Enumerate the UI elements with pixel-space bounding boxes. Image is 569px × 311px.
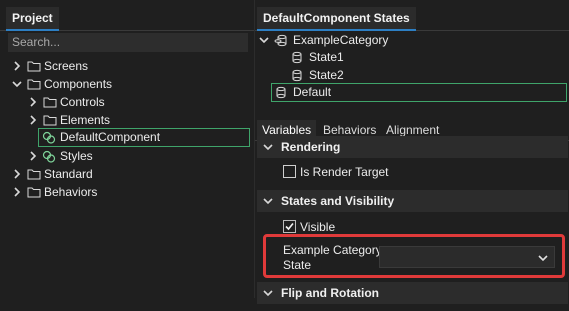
states-panel: DefaultComponent States ExampleCategory … — [254, 0, 569, 304]
chevron-down-icon[interactable] — [12, 75, 22, 93]
tree-item-label: DefaultComponent — [60, 130, 161, 144]
tree-item-screens[interactable]: Screens — [12, 57, 242, 75]
state-category[interactable]: ExampleCategory — [259, 31, 559, 49]
tree-item-label: Screens — [44, 59, 89, 73]
chevron-down-icon[interactable] — [263, 136, 273, 165]
folder-icon — [43, 111, 57, 129]
component-icon — [42, 128, 56, 146]
tree-item-elements[interactable]: Elements — [28, 111, 242, 129]
tree-item-label: Elements — [60, 113, 111, 127]
state-item-label: State1 — [309, 50, 344, 64]
tree-item-standard[interactable]: Standard — [12, 165, 242, 183]
chevron-right-icon[interactable] — [12, 183, 22, 201]
state-default[interactable]: Default — [275, 83, 555, 101]
state-icon — [291, 48, 305, 66]
state-item[interactable]: State2 — [291, 66, 551, 84]
section-title: Rendering — [281, 140, 341, 154]
tab-states[interactable]: DefaultComponent States — [257, 7, 416, 31]
chevron-right-icon[interactable] — [28, 147, 38, 165]
state-item-label: State2 — [309, 68, 344, 82]
tree-item-components[interactable]: Components — [12, 75, 242, 93]
project-tabstrip: Project — [0, 0, 254, 31]
tree-item-label: Styles — [60, 149, 93, 163]
component-icon — [42, 147, 56, 165]
section-states-visibility[interactable]: States and Visibility — [257, 190, 568, 212]
section-flip-rotation[interactable]: Flip and Rotation — [257, 282, 568, 304]
project-panel: Project Search... Screens Components Con… — [0, 0, 254, 298]
section-title: Flip and Rotation — [281, 286, 379, 300]
tree-item-label: Standard — [44, 167, 93, 181]
chevron-down-icon[interactable] — [538, 252, 548, 266]
category-icon — [274, 31, 288, 49]
tree-item-behaviors[interactable]: Behaviors — [12, 183, 242, 201]
tree-item-label: Components — [44, 77, 113, 91]
tree-item-defaultcomponent[interactable]: DefaultComponent — [42, 128, 242, 146]
tree-item-label: Behaviors — [44, 185, 98, 199]
section-rendering[interactable]: Rendering — [257, 136, 568, 158]
folder-icon — [27, 75, 41, 93]
tree-item-controls[interactable]: Controls — [28, 93, 242, 111]
chevron-right-icon[interactable] — [12, 57, 22, 75]
is-render-target-checkbox[interactable] — [283, 165, 296, 178]
states-tabstrip: DefaultComponent States — [255, 0, 569, 31]
tree-item-styles[interactable]: Styles — [28, 147, 242, 165]
folder-icon — [43, 93, 57, 111]
is-render-target-label: Is Render Target — [300, 165, 389, 179]
tree-item-label: Controls — [60, 95, 105, 109]
section-title: States and Visibility — [281, 194, 395, 208]
visible-checkbox[interactable] — [283, 220, 296, 233]
tab-project[interactable]: Project — [6, 7, 59, 31]
state-icon — [291, 66, 305, 84]
state-item[interactable]: State1 — [291, 48, 551, 66]
chevron-right-icon[interactable] — [28, 111, 38, 129]
folder-icon — [27, 57, 41, 75]
chevron-right-icon[interactable] — [28, 93, 38, 111]
label-line: Example Category — [283, 243, 382, 257]
folder-icon — [27, 183, 41, 201]
label-line: State — [283, 258, 312, 272]
folder-icon — [27, 165, 41, 183]
state-default-label: Default — [293, 85, 332, 99]
chevron-down-icon[interactable] — [263, 282, 273, 311]
chevron-right-icon[interactable] — [12, 165, 22, 183]
example-category-state-dropdown[interactable] — [379, 246, 555, 268]
example-category-state-label: Example Category State — [283, 243, 383, 273]
chevron-down-icon[interactable] — [263, 190, 273, 219]
state-category-label: ExampleCategory — [293, 33, 389, 47]
search-input[interactable]: Search... — [8, 33, 248, 52]
chevron-down-icon[interactable] — [259, 31, 269, 49]
state-icon — [275, 83, 289, 101]
